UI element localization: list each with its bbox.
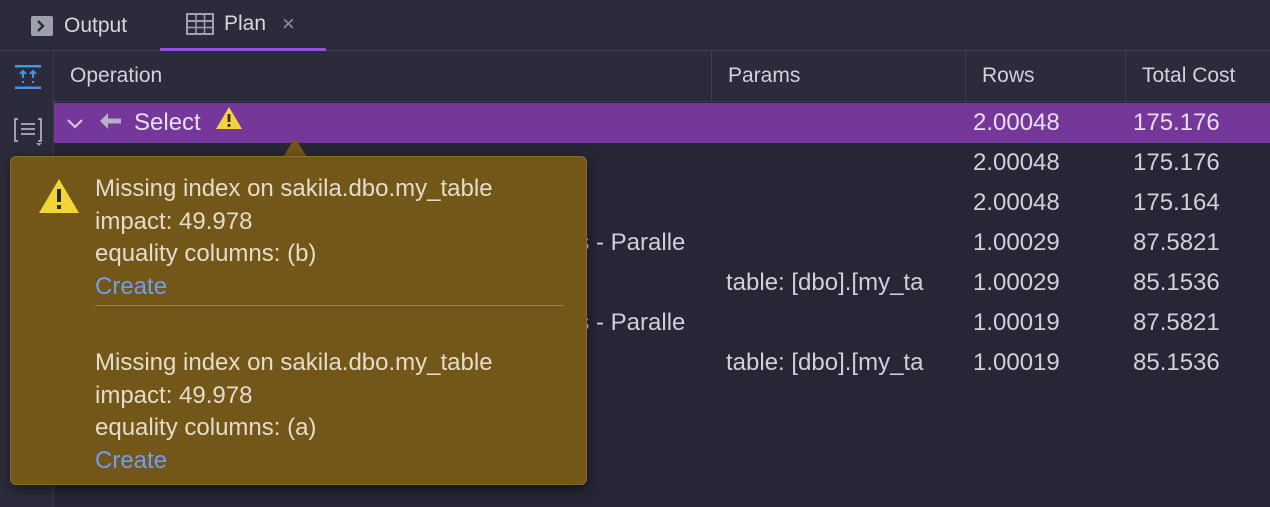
total-cost-cell: 175.164 <box>1133 189 1220 216</box>
total-cost-cell: 85.1536 <box>1133 269 1220 296</box>
rows-cell: 1.00019 <box>973 309 1060 336</box>
warning-icon <box>37 177 81 220</box>
warning-icon[interactable] <box>215 103 243 143</box>
tab-output[interactable]: Output <box>30 0 127 51</box>
create-index-link[interactable]: Create <box>95 445 493 478</box>
terminal-icon <box>30 15 54 37</box>
tooltip-columns: equality columns: (b) <box>95 240 317 267</box>
table-row-select[interactable]: Select 2.00048 175.176 <box>54 103 1270 143</box>
tooltip-impact: impact: 49.978 <box>95 381 253 409</box>
tab-plan-label: Plan <box>224 12 267 35</box>
column-header-params[interactable]: Params <box>711 51 965 101</box>
total-cost-cell: 87.5821 <box>1133 309 1220 336</box>
tooltip-title: Missing index on sakila.dbo.my_table <box>95 349 493 376</box>
tooltip-columns: equality columns: (a) <box>95 414 317 441</box>
column-header-operation[interactable]: Operation <box>70 51 162 101</box>
divider <box>95 305 563 306</box>
close-icon[interactable]: × <box>282 11 295 37</box>
arrow-left-icon <box>98 103 122 143</box>
total-cost-cell: 175.176 <box>1133 109 1220 136</box>
rows-cell: 2.00048 <box>973 149 1060 176</box>
rows-cell: 1.00029 <box>973 229 1060 256</box>
table-icon <box>186 13 214 35</box>
rows-cell: 1.00029 <box>973 269 1060 296</box>
tab-output-label: Output <box>64 13 128 37</box>
chevron-down-icon[interactable] <box>66 103 84 143</box>
tooltip-title: Missing index on sakila.dbo.my_table <box>95 175 493 202</box>
tab-plan[interactable]: Plan × <box>160 0 326 51</box>
operation-label: Select <box>134 109 201 136</box>
column-header-rows[interactable]: Rows <box>965 51 1125 101</box>
params-cell: table: [dbo].[my_ta <box>726 269 924 296</box>
tab-bar: Output Plan × <box>0 0 1270 51</box>
table-header: Operation Params Rows Total Cost <box>54 51 1270 102</box>
total-cost-cell: 175.176 <box>1133 149 1220 176</box>
rows-cell: 2.00048 <box>973 109 1060 136</box>
column-header-total-cost[interactable]: Total Cost <box>1125 51 1270 101</box>
operation-cell: Select <box>66 103 243 143</box>
create-index-link[interactable]: Create <box>95 271 493 304</box>
params-cell: table: [dbo].[my_ta <box>726 349 924 376</box>
tooltip-message: Missing index on sakila.dbo.my_table imp… <box>95 173 493 303</box>
rows-cell: 2.00048 <box>973 189 1060 216</box>
tooltip-caret <box>283 138 307 157</box>
total-cost-cell: 85.1536 <box>1133 349 1220 376</box>
rows-cell: 1.00019 <box>973 349 1060 376</box>
total-cost-cell: 87.5821 <box>1133 229 1220 256</box>
expand-all-icon[interactable] <box>14 63 42 91</box>
list-icon[interactable] <box>14 117 42 146</box>
missing-index-tooltip: Missing index on sakila.dbo.my_table imp… <box>10 156 587 485</box>
tooltip-impact: impact: 49.978 <box>95 207 253 235</box>
tooltip-message: Missing index on sakila.dbo.my_table imp… <box>95 347 493 477</box>
